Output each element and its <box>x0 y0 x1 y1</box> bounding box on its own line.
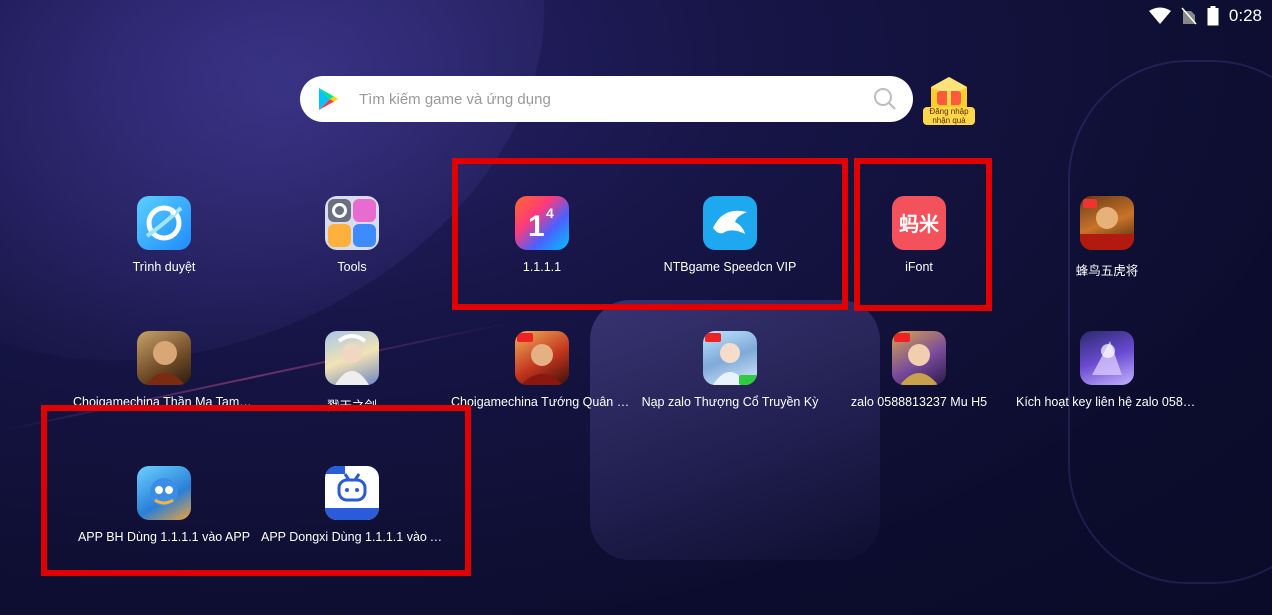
highlight-box <box>854 158 992 311</box>
app-lutian[interactable]: 戮天之剑 <box>257 331 447 414</box>
app-mu-h5[interactable]: zalo 0588813237 Mu H5 <box>824 331 1014 409</box>
app-kich-hoat[interactable]: Kích hoạt key liên hệ zalo 05888… <box>1012 331 1202 409</box>
app-label: Nạp zalo Thượng Cổ Truyền Kỳ <box>641 395 819 409</box>
app-label: Trình duyệt <box>132 260 196 274</box>
clock: 0:28 <box>1228 6 1262 25</box>
app-label: Choigamechina Tướng Quân Dừ… <box>451 395 637 409</box>
game-legend-icon <box>703 331 757 385</box>
search-icon[interactable] <box>873 87 897 111</box>
browser-icon <box>137 196 191 250</box>
search-bar[interactable] <box>300 76 913 122</box>
app-label: zalo 0588813237 Mu H5 <box>850 395 988 409</box>
app-browser[interactable]: Trình duyệt <box>69 196 259 274</box>
app-label: 蜂鸟五虎将 <box>1075 264 1139 278</box>
app-than-ma[interactable]: Choigamechina Thần Ma Tam Q… <box>69 331 259 409</box>
app-tuong-quan[interactable]: Choigamechina Tướng Quân Dừ… <box>447 331 637 409</box>
game-sword-icon <box>325 331 379 385</box>
app-label: Tools <box>337 260 367 274</box>
highlight-box <box>41 405 471 576</box>
game-warriors-icon <box>1080 196 1134 250</box>
login-reward-button[interactable]: Đăng nhập nhận quà <box>923 75 975 127</box>
no-signal-icon <box>1181 7 1197 25</box>
wifi-icon <box>1148 7 1171 24</box>
game-mu-icon <box>892 331 946 385</box>
game-three-kingdoms-icon <box>137 331 191 385</box>
app-fengniao[interactable]: 蜂鸟五虎将 <box>1012 196 1202 279</box>
background-shape <box>1068 60 1272 584</box>
play-store-icon <box>319 88 338 110</box>
app-thuong-co[interactable]: Nạp zalo Thượng Cổ Truyền Kỳ <box>635 331 825 409</box>
status-bar: 0:28 <box>1148 5 1262 27</box>
app-label: Kích hoạt key liên hệ zalo 05888… <box>1016 395 1202 409</box>
highlight-box <box>452 158 848 310</box>
app-tools[interactable]: Tools <box>257 196 447 274</box>
tools-folder-icon <box>325 196 379 250</box>
login-reward-label: Đăng nhập nhận quà <box>923 107 975 125</box>
search-input[interactable] <box>357 89 873 109</box>
battery-icon <box>1207 6 1219 26</box>
game-key-icon <box>1080 331 1134 385</box>
game-general-icon <box>515 331 569 385</box>
